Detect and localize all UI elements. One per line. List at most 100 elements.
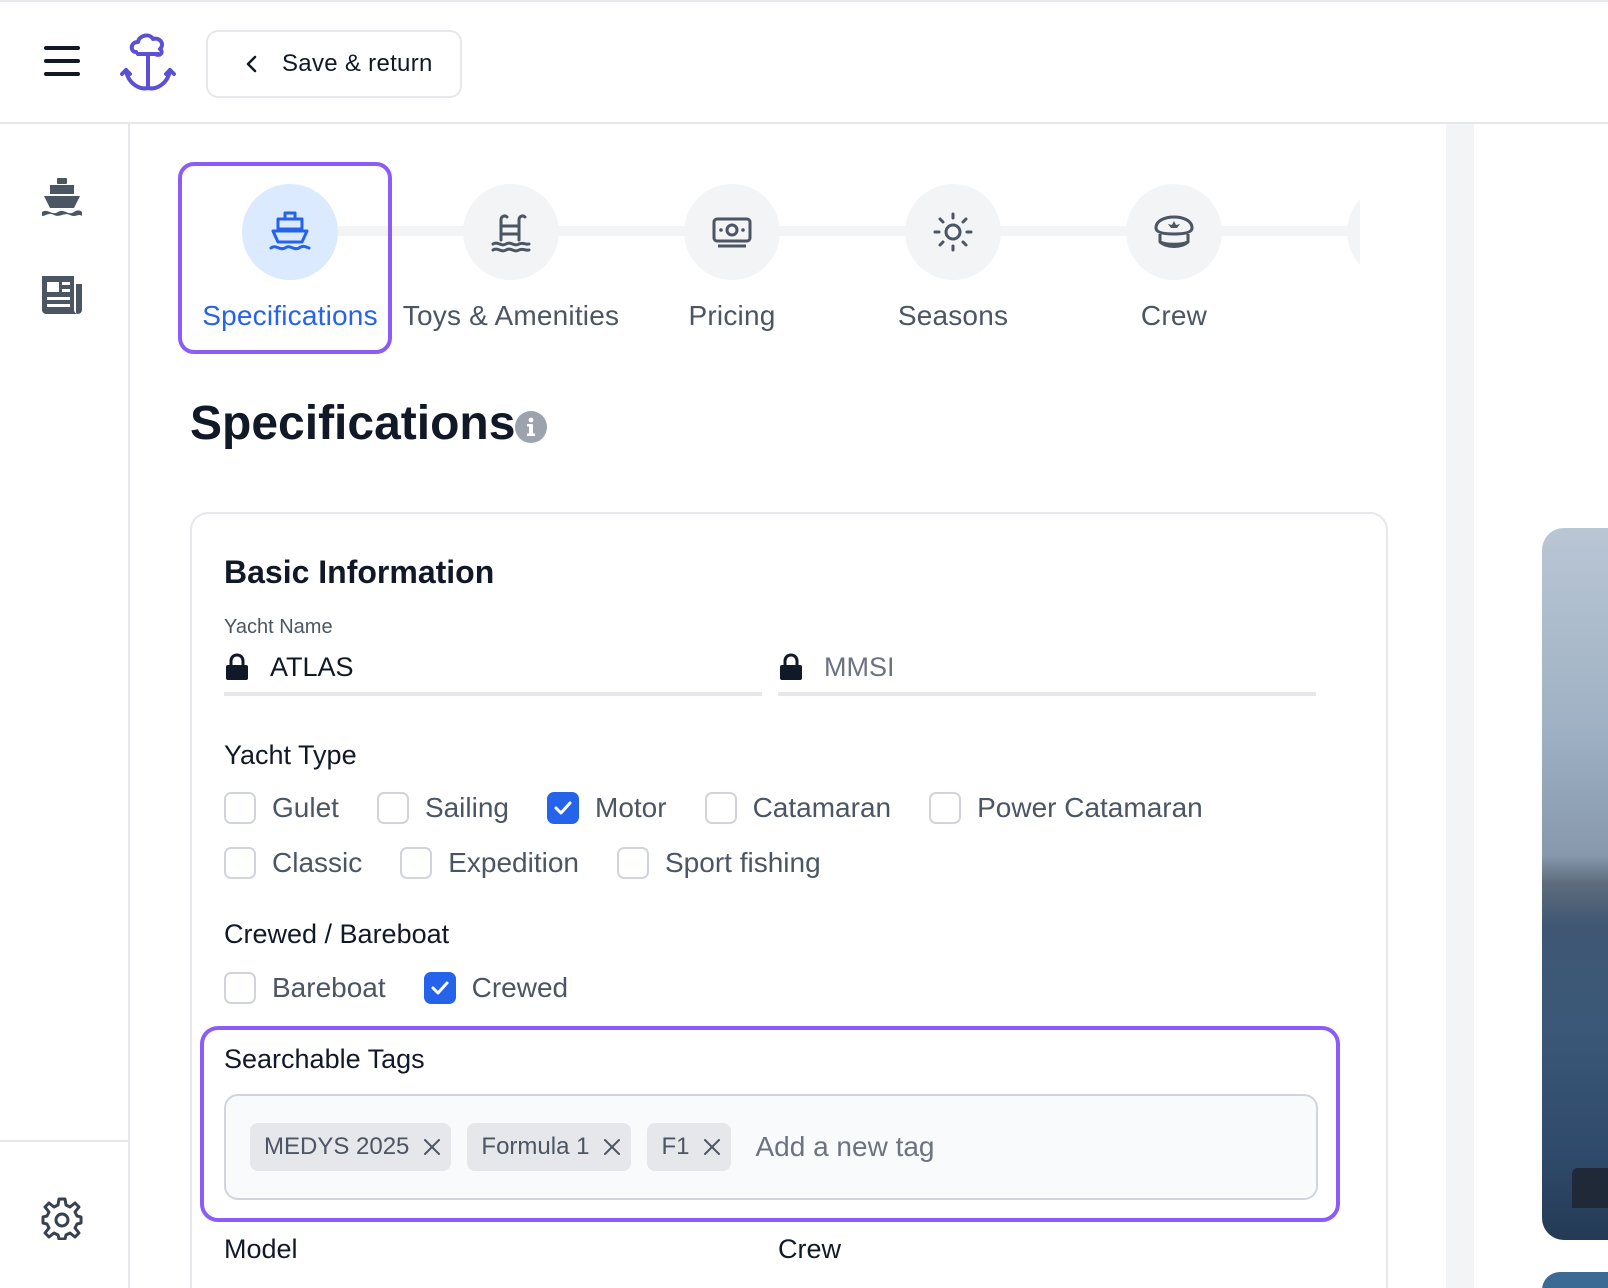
save-return-label: Save & return: [282, 50, 433, 77]
add-tag-input[interactable]: [755, 1131, 1156, 1163]
close-icon[interactable]: [603, 1138, 621, 1156]
step-pricing[interactable]: Pricing: [622, 184, 842, 332]
step-label: Toys & Amenities: [402, 300, 620, 331]
model-label: Model: [224, 1234, 298, 1264]
checkbox-catamaran[interactable]: Catamaran: [704, 792, 892, 824]
step-label: Seasons: [897, 300, 1009, 331]
checkbox-motor[interactable]: Motor: [547, 792, 667, 824]
step-circle: [463, 184, 559, 280]
checkbox-power-catamaran[interactable]: Power Catamaran: [929, 792, 1203, 824]
checkbox-gulet[interactable]: Gulet: [224, 792, 339, 824]
close-icon[interactable]: [703, 1138, 721, 1156]
crewed-row: Bareboat Crewed: [224, 972, 606, 1004]
chevron-left-icon: [246, 55, 257, 73]
tag-chip: MEDYS 2025: [250, 1123, 452, 1171]
yacht-photo: [1542, 528, 1608, 1240]
mmsi-placeholder: MMSI: [824, 651, 895, 682]
checkbox-label: Crewed: [471, 972, 569, 1003]
searchable-tags-label: Searchable Tags: [224, 1044, 425, 1074]
sidebar-newspaper-icon[interactable]: [40, 272, 84, 316]
step-seasons[interactable]: Seasons: [843, 184, 1063, 332]
step-navigator: Specifications Toys & Amenities Pricing …: [180, 164, 1360, 364]
checkbox-box-checked[interactable]: [547, 792, 579, 824]
checkbox-label: Motor: [595, 792, 667, 823]
captain-hat-icon: [1154, 215, 1194, 248]
checkbox-label: Classic: [272, 847, 363, 878]
tag-chip: F1: [647, 1123, 732, 1171]
lock-icon: [780, 653, 802, 680]
crew-label: Crew: [778, 1234, 842, 1264]
yacht-type-row-2: Classic Expedition Sport fishing: [224, 847, 859, 879]
checkbox-label: Catamaran: [752, 792, 892, 823]
sun-icon: [933, 212, 973, 252]
menu-icon[interactable]: [44, 46, 80, 78]
main-content: Specifications Toys & Amenities Pricing …: [130, 124, 1446, 1288]
step-toys-amenities[interactable]: Toys & Amenities: [401, 184, 621, 332]
top-bar: Save & return: [0, 0, 1608, 124]
settings-gear-icon[interactable]: [40, 1196, 84, 1240]
checkbox-box[interactable]: [376, 792, 409, 824]
step-circle: [242, 184, 338, 280]
step-label: Pricing: [688, 300, 776, 331]
yacht-photo-secondary: [1542, 1272, 1608, 1288]
ship-icon: [269, 211, 311, 251]
checkmark-icon: [431, 981, 449, 995]
info-icon[interactable]: [514, 410, 548, 444]
checkbox-box[interactable]: [224, 847, 256, 879]
checkbox-box[interactable]: [224, 792, 256, 824]
sidebar-ship-icon[interactable]: [40, 176, 84, 220]
checkbox-classic[interactable]: Classic: [224, 847, 362, 879]
save-return-button[interactable]: Save & return: [206, 30, 462, 98]
step-circle: [1347, 184, 1360, 280]
checkbox-box[interactable]: [224, 972, 256, 1004]
checkbox-box[interactable]: [617, 847, 649, 879]
step-specifications[interactable]: Specifications: [180, 184, 400, 332]
money-icon: [712, 217, 752, 248]
anchor-logo-icon[interactable]: [118, 30, 178, 96]
card-title: Basic Information: [224, 554, 495, 590]
step-label: Crew: [1140, 300, 1208, 331]
checkbox-crewed[interactable]: Crewed: [423, 972, 569, 1004]
yacht-name-value: ATLAS: [270, 651, 354, 682]
yacht-name-field[interactable]: ATLAS: [224, 642, 762, 696]
yacht-type-row-1: Gulet Sailing Motor Catamaran Power Cata…: [224, 792, 1241, 824]
tag-text: F1: [661, 1133, 690, 1160]
checkbox-sailing[interactable]: Sailing: [376, 792, 509, 824]
tag-input-container[interactable]: MEDYS 2025 Formula 1 F1: [224, 1094, 1318, 1200]
checkbox-box[interactable]: [704, 792, 737, 824]
sidebar-divider: [0, 1140, 128, 1142]
checkmark-icon: [554, 801, 572, 815]
checkbox-box[interactable]: [400, 847, 433, 879]
mmsi-field[interactable]: MMSI: [778, 642, 1316, 696]
boat-shape: [1572, 1168, 1608, 1208]
checkbox-expedition[interactable]: Expedition: [400, 847, 579, 879]
pool-ladder-icon: [491, 214, 531, 253]
step-label: Specifications: [202, 300, 378, 331]
checkbox-label: Gulet: [272, 792, 339, 823]
tag-text: MEDYS 2025: [264, 1133, 410, 1160]
step-circle: [1126, 184, 1222, 280]
yacht-name-label: Yacht Name: [224, 616, 333, 638]
tag-chip: Formula 1: [467, 1123, 632, 1171]
basic-information-card: Basic Information Yacht Name ATLAS MMSI …: [190, 512, 1388, 1288]
close-icon[interactable]: [423, 1138, 441, 1156]
panel-divider: [1446, 124, 1474, 1288]
checkbox-label: Sport fishing: [665, 847, 821, 878]
right-preview-panel: [1474, 124, 1608, 1288]
crewed-bareboat-label: Crewed / Bareboat: [224, 919, 450, 949]
lock-icon: [226, 653, 248, 680]
checkbox-box[interactable]: [929, 792, 962, 824]
yacht-type-label: Yacht Type: [224, 740, 357, 770]
checkbox-bareboat[interactable]: Bareboat: [224, 972, 386, 1004]
checkbox-label: Expedition: [448, 847, 579, 878]
step-crew[interactable]: Crew: [1064, 184, 1284, 332]
step-label: I: [1285, 300, 1360, 332]
tag-text: Formula 1: [481, 1133, 590, 1160]
checkbox-label: Sailing: [424, 792, 509, 823]
step-partial[interactable]: I: [1285, 184, 1360, 332]
checkbox-sport-fishing[interactable]: Sport fishing: [617, 847, 821, 879]
step-circle: [684, 184, 780, 280]
page-title: Specifications: [190, 397, 516, 450]
left-sidebar: [0, 124, 130, 1288]
checkbox-box-checked[interactable]: [423, 972, 456, 1004]
